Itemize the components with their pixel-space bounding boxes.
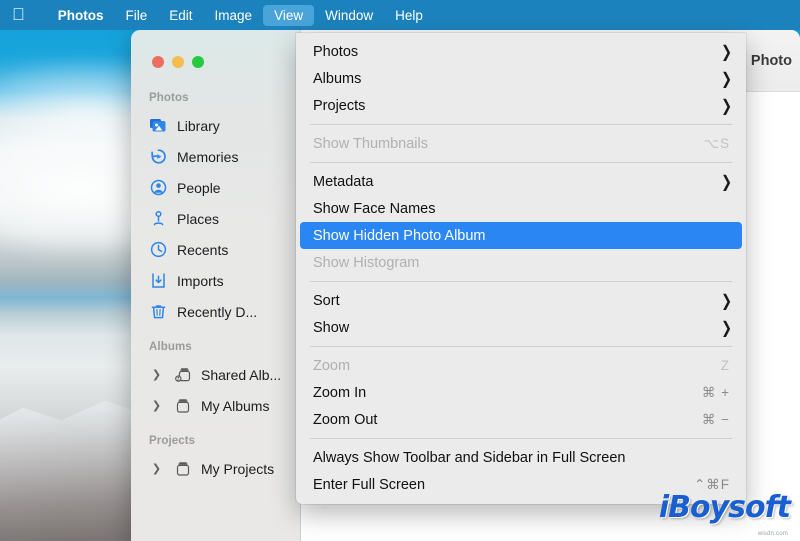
menubar-item-view[interactable]: View bbox=[263, 5, 314, 26]
chevron-right-icon[interactable]: ❯ bbox=[149, 399, 164, 412]
people-icon bbox=[149, 178, 168, 197]
sidebar-item-imports[interactable]: Imports bbox=[131, 265, 300, 296]
album-icon bbox=[173, 459, 192, 478]
clock-icon bbox=[149, 240, 168, 259]
import-tray-icon bbox=[149, 271, 168, 290]
menu-item-show-histogram: Show Histogram bbox=[296, 249, 746, 276]
sidebar-item-label: Library bbox=[177, 118, 220, 134]
menu-item-label: Zoom bbox=[313, 358, 721, 374]
memories-icon bbox=[149, 147, 168, 166]
menu-item-label: Sort bbox=[313, 293, 721, 309]
menu-item-label: Show Hidden Photo Album bbox=[313, 228, 728, 244]
menu-item-shortcut: ⌘ + bbox=[702, 385, 732, 401]
menu-item-projects[interactable]: Projects❯ bbox=[296, 92, 746, 119]
chevron-right-icon: ❯ bbox=[721, 173, 732, 189]
macos-menu-bar:  Photos File Edit Image View Window Hel… bbox=[0, 0, 800, 30]
menubar-item-file[interactable]: File bbox=[115, 5, 159, 26]
menu-item-show-hidden-photo-album[interactable]: Show Hidden Photo Album bbox=[300, 222, 742, 249]
menu-separator bbox=[310, 281, 732, 282]
menu-separator bbox=[310, 162, 732, 163]
chevron-right-icon: ❯ bbox=[721, 97, 732, 113]
library-icon bbox=[149, 116, 168, 135]
menubar-item-edit[interactable]: Edit bbox=[158, 5, 203, 26]
iboysoft-watermark: iBoysoft bbox=[659, 490, 790, 525]
menu-item-label: Projects bbox=[313, 98, 721, 114]
watermark-url: wisdn.com bbox=[758, 531, 788, 537]
menu-separator bbox=[310, 438, 732, 439]
menu-separator bbox=[310, 124, 732, 125]
menu-item-label: Zoom Out bbox=[313, 412, 702, 428]
menu-separator bbox=[310, 346, 732, 347]
album-icon bbox=[173, 396, 192, 415]
sidebar-item-label: Shared Alb... bbox=[201, 367, 281, 383]
sidebar-item-label: Places bbox=[177, 211, 219, 227]
sidebar-section-header-photos: Photos bbox=[131, 92, 300, 104]
sidebar-item-label: My Albums bbox=[201, 398, 269, 414]
menu-item-shortcut: ⌥S bbox=[703, 136, 732, 152]
menu-item-zoom: ZoomZ bbox=[296, 352, 746, 379]
sidebar-section-header-albums: Albums bbox=[131, 341, 300, 353]
chevron-right-icon: ❯ bbox=[721, 70, 732, 86]
menu-item-shortcut: ⌘ − bbox=[702, 412, 732, 428]
sidebar-item-recents[interactable]: Recents bbox=[131, 234, 300, 265]
view-dropdown-menu: Photos❯Albums❯Projects❯Show Thumbnails⌥S… bbox=[296, 33, 746, 504]
menu-item-albums[interactable]: Albums❯ bbox=[296, 65, 746, 92]
sidebar-item-library[interactable]: Library bbox=[131, 110, 300, 141]
sidebar: Photos Library Memories People Places bbox=[131, 30, 301, 541]
menu-item-label: Show Histogram bbox=[313, 255, 732, 271]
sidebar-item-recently-deleted[interactable]: Recently D... bbox=[131, 296, 300, 327]
apple-logo-icon[interactable]:  bbox=[12, 6, 25, 23]
sidebar-item-label: My Projects bbox=[201, 461, 274, 477]
chevron-right-icon: ❯ bbox=[721, 292, 732, 308]
sidebar-section-header-projects: Projects bbox=[131, 435, 300, 447]
window-traffic-lights[interactable] bbox=[152, 56, 204, 68]
places-pin-icon bbox=[149, 209, 168, 228]
shared-album-icon bbox=[173, 365, 192, 384]
sidebar-item-people[interactable]: People bbox=[131, 172, 300, 203]
close-button[interactable] bbox=[152, 56, 164, 68]
sidebar-item-my-projects[interactable]: ❯ My Projects bbox=[131, 453, 300, 484]
chevron-right-icon[interactable]: ❯ bbox=[149, 368, 164, 381]
menu-item-photos[interactable]: Photos❯ bbox=[296, 38, 746, 65]
sidebar-item-places[interactable]: Places bbox=[131, 203, 300, 234]
menubar-item-window[interactable]: Window bbox=[314, 5, 384, 26]
menu-item-sort[interactable]: Sort❯ bbox=[296, 287, 746, 314]
menu-item-metadata[interactable]: Metadata❯ bbox=[296, 168, 746, 195]
menu-item-label: Zoom In bbox=[313, 385, 702, 401]
sidebar-item-label: People bbox=[177, 180, 221, 196]
chevron-right-icon[interactable]: ❯ bbox=[149, 462, 164, 475]
menu-item-zoom-out[interactable]: Zoom Out⌘ − bbox=[296, 406, 746, 433]
trash-icon bbox=[149, 302, 168, 321]
menu-item-label: Photos bbox=[313, 44, 721, 60]
menu-item-zoom-in[interactable]: Zoom In⌘ + bbox=[296, 379, 746, 406]
menu-item-show[interactable]: Show❯ bbox=[296, 314, 746, 341]
sidebar-item-label: Memories bbox=[177, 149, 238, 165]
maximize-button[interactable] bbox=[192, 56, 204, 68]
menu-item-label: Show Face Names bbox=[313, 201, 732, 217]
menu-item-label: Show Thumbnails bbox=[313, 136, 703, 152]
sidebar-item-shared-albums[interactable]: ❯ Shared Alb... bbox=[131, 359, 300, 390]
menu-item-label: Albums bbox=[313, 71, 721, 87]
menubar-item-photos[interactable]: Photos bbox=[47, 5, 115, 26]
sidebar-item-label: Recently D... bbox=[177, 304, 257, 320]
menu-item-always-show-toolbar-and-sidebar-in-full-screen[interactable]: Always Show Toolbar and Sidebar in Full … bbox=[296, 444, 746, 471]
menubar-item-image[interactable]: Image bbox=[204, 5, 264, 26]
menu-item-label: Enter Full Screen bbox=[313, 477, 694, 493]
minimize-button[interactable] bbox=[172, 56, 184, 68]
menubar-item-help[interactable]: Help bbox=[384, 5, 434, 26]
chevron-right-icon: ❯ bbox=[721, 319, 732, 335]
sidebar-item-my-albums[interactable]: ❯ My Albums bbox=[131, 390, 300, 421]
menu-item-show-thumbnails: Show Thumbnails⌥S bbox=[296, 130, 746, 157]
sidebar-item-memories[interactable]: Memories bbox=[131, 141, 300, 172]
menu-item-label: Show bbox=[313, 320, 721, 336]
chevron-right-icon: ❯ bbox=[721, 43, 732, 59]
sidebar-item-label: Imports bbox=[177, 273, 224, 289]
menu-item-label: Metadata bbox=[313, 174, 721, 190]
page-title: Photo bbox=[751, 53, 792, 69]
sidebar-item-label: Recents bbox=[177, 242, 228, 258]
menu-item-show-face-names[interactable]: Show Face Names bbox=[296, 195, 746, 222]
menu-item-shortcut: Z bbox=[721, 358, 732, 373]
menu-item-label: Always Show Toolbar and Sidebar in Full … bbox=[313, 450, 732, 466]
